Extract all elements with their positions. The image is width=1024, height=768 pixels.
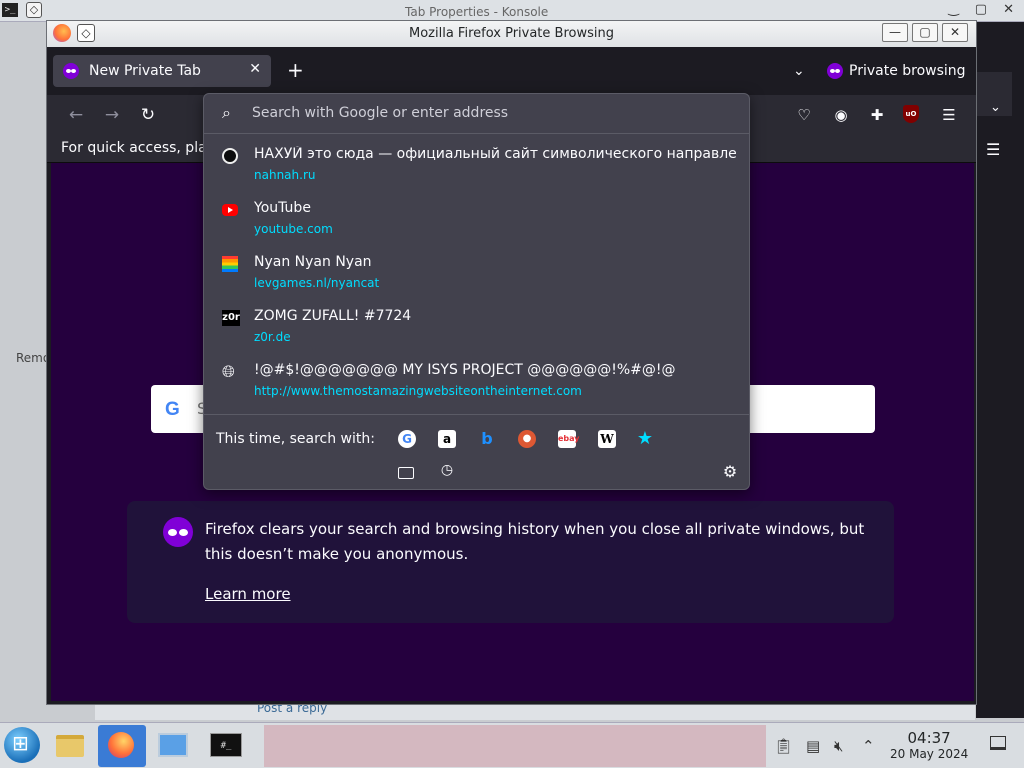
private-info-message: Firefox clears your search and browsing …: [205, 520, 865, 563]
chevron-down-icon[interactable]: ⌄: [990, 100, 1001, 115]
result-url: levgames.nl/nyancat: [254, 276, 380, 290]
result-url: nahnah.ru: [254, 168, 316, 182]
window-controls: — ▢ ✕: [882, 23, 968, 42]
pocket-icon[interactable]: ♡: [794, 105, 814, 125]
taskbar-terminal[interactable]: #_: [204, 725, 248, 767]
terminal-icon: #_: [210, 733, 242, 757]
reload-icon[interactable]: ↻: [137, 104, 159, 126]
result-title: ZOMG ZUFALL! #7724: [254, 308, 412, 324]
window-titlebar[interactable]: ◇ Mozilla Firefox Private Browsing — ▢ ✕: [47, 21, 976, 47]
result-title: YouTube: [254, 200, 311, 216]
hamburger-menu-icon[interactable]: ☰: [939, 105, 959, 125]
ebay-icon[interactable]: ebay: [558, 430, 580, 448]
background-window-title: Tab Properties - Konsole: [405, 5, 549, 19]
private-mask-icon: [63, 63, 79, 79]
firefox-logo-icon: [108, 732, 134, 758]
urlbar[interactable]: ⌕: [204, 94, 749, 134]
taskbar-preview-area: [264, 725, 766, 767]
account-icon[interactable]: ◉: [831, 105, 851, 125]
show-desktop-icon[interactable]: [990, 736, 1006, 750]
close-icon[interactable]: ✕: [1003, 2, 1014, 17]
clock[interactable]: 04:37 20 May 2024: [890, 730, 968, 762]
tabs-search-icon[interactable]: [398, 467, 414, 479]
taskbar-file-manager[interactable]: [48, 725, 92, 767]
learn-more-link[interactable]: Learn more: [205, 585, 291, 603]
nyancat-icon: [222, 256, 238, 272]
private-browsing-label: Private browsing: [849, 63, 966, 79]
search-with-label: This time, search with:: [216, 431, 375, 447]
background-browser-window: ⌄ ☰: [976, 22, 1024, 718]
result-title: Nyan Nyan Nyan: [254, 254, 372, 270]
private-mask-icon: [827, 63, 843, 79]
result-title: !@#$!@@@@@@@ MY ISYS PROJECT @@@@@@!%#@!…: [254, 362, 676, 378]
list-all-tabs-icon[interactable]: ⌄: [793, 63, 805, 79]
taskbar: #_ 📋︎ ▤ 🔇︎ ⌃ 04:37 20 May 2024: [0, 722, 1024, 768]
volume-muted-icon[interactable]: 🔇︎: [834, 737, 843, 755]
taskbar-firefox[interactable]: [98, 725, 146, 767]
control-panel-icon: [158, 733, 188, 757]
minimize-button[interactable]: —: [882, 23, 908, 42]
wikipedia-icon[interactable]: W: [598, 430, 616, 448]
amazon-icon[interactable]: a: [438, 430, 456, 448]
terminal-icon[interactable]: >_: [2, 3, 18, 17]
z0r-icon: z0r: [222, 310, 240, 326]
duckduckgo-icon[interactable]: ●: [518, 430, 536, 448]
google-icon: G: [165, 399, 180, 420]
history-clock-icon[interactable]: ◷: [438, 462, 456, 478]
urlbar-dropdown: ⌕ НАХУЙ это сюда — официальный сайт симв…: [203, 93, 750, 490]
urlbar-result[interactable]: YouTube youtube.com: [204, 194, 749, 248]
gear-icon[interactable]: ⚙: [721, 462, 739, 481]
maximize-button[interactable]: ▢: [912, 23, 938, 42]
restore-icon[interactable]: ▢: [975, 2, 987, 17]
urlbar-results: НАХУЙ это сюда — официальный сайт символ…: [204, 140, 749, 410]
search-icon: ⌕: [222, 103, 231, 122]
tab-label: New Private Tab: [89, 63, 201, 79]
private-browsing-indicator: Private browsing: [827, 63, 966, 79]
forward-arrow-icon[interactable]: →: [101, 104, 123, 126]
urlbar-input[interactable]: [252, 102, 732, 124]
one-off-search-buttons: This time, search with: G a b ● ebay W ★…: [204, 414, 749, 490]
result-url: youtube.com: [254, 222, 333, 236]
result-url: z0r.de: [254, 330, 291, 344]
clock-date: 20 May 2024: [890, 747, 969, 761]
storage-icon[interactable]: ▤: [806, 737, 820, 755]
minimize-icon[interactable]: ‿: [948, 2, 958, 17]
close-tab-icon[interactable]: ✕: [249, 61, 261, 77]
folder-icon: [56, 735, 84, 757]
tab-strip: New Private Tab ✕ + ⌄ Private browsing: [47, 47, 976, 95]
start-menu-button[interactable]: [4, 727, 40, 763]
close-button[interactable]: ✕: [942, 23, 968, 42]
background-window-controls: ‿ ▢ ✕: [948, 2, 1014, 17]
window-title: Mozilla Firefox Private Browsing: [409, 26, 614, 41]
youtube-icon: [222, 204, 238, 216]
result-title: НАХУЙ это сюда — официальный сайт символ…: [254, 146, 738, 162]
clock-time: 04:37: [907, 729, 951, 747]
background-window-titlebar: >_ ◇ Tab Properties - Konsole ‿ ▢ ✕: [0, 0, 1024, 22]
new-tab-button[interactable]: +: [287, 59, 304, 81]
back-arrow-icon[interactable]: ←: [65, 104, 87, 126]
globe-icon: 🌐︎: [222, 362, 235, 381]
tab-new-private-tab[interactable]: New Private Tab ✕: [53, 55, 271, 87]
urlbar-result[interactable]: 🌐︎ !@#$!@@@@@@@ MY ISYS PROJECT @@@@@@!%…: [204, 356, 749, 410]
urlbar-result[interactable]: Nyan Nyan Nyan levgames.nl/nyancat: [204, 248, 749, 302]
private-info-card: Firefox clears your search and browsing …: [127, 501, 894, 623]
pin-icon[interactable]: ◇: [26, 2, 42, 18]
extensions-icon[interactable]: ✚: [867, 105, 887, 125]
chevron-up-icon[interactable]: ⌃: [862, 737, 875, 755]
hamburger-menu-icon[interactable]: ☰: [986, 140, 1006, 160]
result-url: http://www.themostamazingwebsiteontheint…: [254, 384, 582, 398]
bookmark-star-icon[interactable]: ★: [636, 430, 654, 448]
taskbar-control-panel[interactable]: [150, 725, 194, 767]
bookmarks-toolbar-hint: For quick access, plac: [61, 140, 215, 156]
ublock-origin-icon[interactable]: uO: [903, 105, 919, 123]
urlbar-result[interactable]: НАХУЙ это сюда — официальный сайт символ…: [204, 140, 749, 194]
private-mask-icon: [163, 517, 193, 547]
firefox-window: ◇ Mozilla Firefox Private Browsing — ▢ ✕…: [46, 20, 977, 705]
clipboard-icon[interactable]: 📋︎: [774, 737, 793, 755]
urlbar-result[interactable]: z0r ZOMG ZUFALL! #7724 z0r.de: [204, 302, 749, 356]
bing-icon[interactable]: b: [478, 430, 496, 448]
google-icon[interactable]: G: [398, 430, 416, 448]
site-dark-icon: [222, 148, 238, 164]
